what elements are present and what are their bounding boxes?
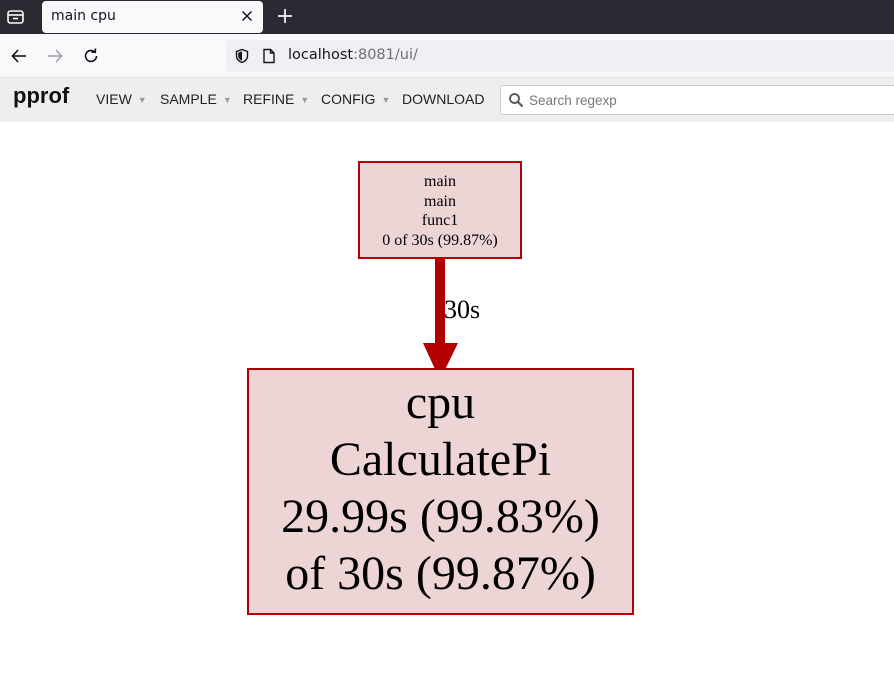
- menu-download[interactable]: DOWNLOAD: [402, 91, 484, 107]
- menu-view-label: VIEW: [96, 91, 132, 107]
- node-line: main: [424, 192, 456, 210]
- browser-nav-bar: localhost:8081/ui/: [0, 34, 894, 78]
- graph-node-cpu-calculatepi[interactable]: cpu CalculatePi 29.99s (99.83%) of 30s (…: [247, 368, 634, 615]
- chevron-down-icon: ▼: [222, 95, 232, 105]
- graph-node-main-func1[interactable]: main main func1 0 of 30s (99.87%): [358, 161, 522, 259]
- search-icon: [509, 93, 524, 108]
- page-icon[interactable]: [262, 48, 276, 64]
- shield-icon[interactable]: [234, 48, 250, 64]
- menu-view[interactable]: VIEW ▼: [96, 91, 147, 107]
- menu-download-label: DOWNLOAD: [402, 91, 485, 107]
- reload-icon[interactable]: [82, 47, 100, 65]
- chevron-down-icon: ▼: [381, 95, 391, 105]
- node-line: CalculatePi: [329, 433, 552, 486]
- menu-refine-label: REFINE: [243, 91, 295, 107]
- forward-arrow-icon[interactable]: [46, 47, 64, 65]
- search-box[interactable]: [500, 85, 894, 115]
- chevron-down-icon: ▼: [137, 95, 147, 105]
- browser-tab[interactable]: main cpu: [42, 1, 263, 33]
- url-host: localhost: [288, 47, 354, 63]
- browser-tab-strip: main cpu: [0, 0, 894, 34]
- node-line: cpu: [405, 376, 476, 429]
- chevron-down-icon: ▼: [300, 95, 310, 105]
- node-line: 29.99s (99.83%): [281, 490, 600, 543]
- search-input[interactable]: [529, 89, 889, 111]
- url-bar[interactable]: localhost:8081/ui/: [226, 40, 894, 72]
- menu-refine[interactable]: REFINE ▼: [243, 91, 309, 107]
- node-line: of 30s (99.87%): [285, 547, 596, 600]
- url-path: :8081/ui/: [353, 47, 418, 63]
- edge-label: 30s: [444, 295, 481, 324]
- plus-icon[interactable]: [276, 7, 294, 25]
- menu-sample-label: SAMPLE: [160, 91, 217, 107]
- tab-title: main cpu: [51, 8, 116, 24]
- menu-config[interactable]: CONFIG ▼: [321, 91, 390, 107]
- menu-sample[interactable]: SAMPLE ▼: [160, 91, 232, 107]
- pprof-logo[interactable]: pprof: [13, 83, 69, 109]
- tab-list-icon[interactable]: [6, 7, 26, 27]
- back-arrow-icon[interactable]: [10, 47, 28, 65]
- node-line: main: [424, 173, 456, 190]
- node-line: 0 of 30s (99.87%): [382, 231, 498, 249]
- node-line: func1: [421, 212, 459, 229]
- pprof-header: pprof VIEW ▼ SAMPLE ▼ REFINE ▼ CONFIG ▼ DOWN…: [0, 78, 894, 122]
- call-graph: 30s main main func1 0 of 30s (99.87%) cp…: [0, 122, 894, 680]
- menu-config-label: CONFIG: [321, 91, 376, 107]
- close-icon[interactable]: [239, 8, 255, 24]
- url-text: localhost:8081/ui/: [288, 47, 418, 63]
